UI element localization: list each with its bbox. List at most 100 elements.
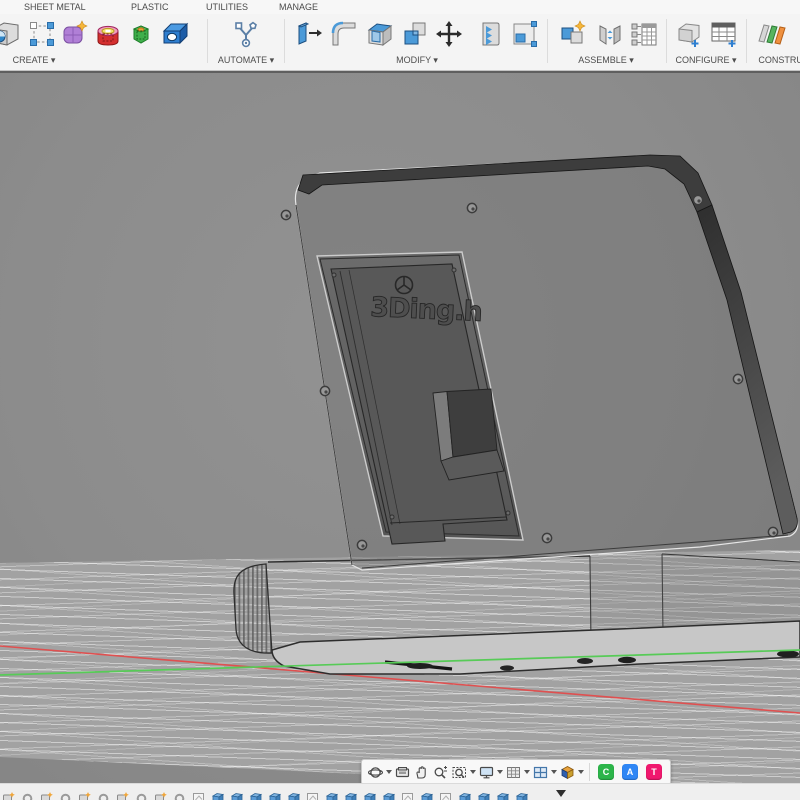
toolbar-tab-bar: SHEET METAL PLASTIC UTILITIES MANAGE [0,0,800,14]
timeline-feature-icon[interactable] [363,791,376,800]
timeline-feature-icon[interactable] [382,791,395,800]
look-at-icon[interactable] [393,761,412,783]
view-cube-icon[interactable] [558,761,577,783]
toolbar-group-label[interactable]: AUTOMATE ▾ [218,55,274,66]
config-table-icon[interactable] [708,18,740,50]
plate-hole [777,650,799,657]
timeline-component-icon[interactable] [2,791,15,800]
toolbar-group-label[interactable]: CONSTRUCT ▾ [758,55,800,66]
overlay-button-c[interactable]: C [598,764,614,780]
timeline-component-icon[interactable] [40,791,53,800]
box-primitive-icon[interactable] [0,18,22,50]
timeline-sketch-icon[interactable] [401,791,414,800]
overlay-button-a[interactable]: A [622,764,638,780]
bom-icon[interactable] [628,18,660,50]
timeline-feature-icon[interactable] [477,791,490,800]
timeline-joint-icon[interactable] [59,791,72,800]
timeline-joint-icon[interactable] [135,791,148,800]
timeline-feature-icon[interactable] [515,791,528,800]
create-form-icon[interactable] [59,18,91,50]
fit-dropdown-caret[interactable] [469,761,477,783]
tab-sheet-metal[interactable]: SHEET METAL [24,2,86,12]
timeline-sketch-icon[interactable] [192,791,205,800]
base-plate [272,621,800,674]
plate-hole [407,663,433,669]
timeline-sketch-icon[interactable] [306,791,319,800]
logo-text: 3Ding.h [370,292,483,328]
plate-hole [500,665,514,670]
timeline-feature-icon[interactable] [268,791,281,800]
move-copy-icon[interactable] [433,18,465,50]
main-toolbar: CREATE ▾ AUTOMATE ▾ MODIFY ▾ ASSEMBLE ▾ CONF… [0,14,800,71]
toolbar-group-label[interactable]: CREATE ▾ [13,55,56,66]
timeline-joint-icon[interactable] [173,791,186,800]
split-body-icon[interactable] [474,18,506,50]
toolbar-group-label[interactable]: MODIFY ▾ [396,55,438,66]
joint-icon[interactable] [594,18,626,50]
overlay-button-t[interactable]: T [646,764,662,780]
fusion360-window: { "tabs": { "items": [ {"label": "SHEET … [0,0,800,800]
toolbar-group-label[interactable]: ASSEMBLE ▾ [578,55,634,66]
timeline-component-icon[interactable] [154,791,167,800]
model-canvas[interactable]: 3Ding.h [0,73,800,783]
3d-viewport[interactable]: 3Ding.h CAT [0,71,800,783]
zoom-icon[interactable] [431,761,450,783]
plate-hole [577,658,593,664]
timeline-feature-icon[interactable] [325,791,338,800]
shell-icon[interactable] [364,18,396,50]
timeline-bar [0,783,800,800]
toolbar-group-configure: CONFIGURE ▾ [667,14,747,70]
orbit-dropdown-caret[interactable] [385,761,393,783]
configuration-icon[interactable] [672,18,704,50]
fit-icon[interactable] [450,761,469,783]
timeline-feature-icon[interactable] [458,791,471,800]
timeline-feature-icon[interactable] [230,791,243,800]
timeline-sketch-icon[interactable] [439,791,452,800]
fillet-icon[interactable] [328,18,360,50]
timeline-features [2,791,534,800]
toolbar-group-construct: CONSTRUCT ▾ [747,14,800,70]
timeline-feature-icon[interactable] [249,791,262,800]
display-settings-dropdown-caret[interactable] [496,761,504,783]
new-component-icon[interactable] [557,18,589,50]
base-corner-wall [234,564,272,653]
toolbar-group-label[interactable]: CONFIGURE ▾ [675,55,736,66]
timeline-feature-icon[interactable] [496,791,509,800]
timeline-feature-icon[interactable] [287,791,300,800]
coil-icon[interactable] [92,18,124,50]
press-pull-icon[interactable] [293,18,325,50]
toolbar-group-modify: MODIFY ▾ [285,14,548,70]
offset-face-icon[interactable] [508,18,540,50]
hole-icon[interactable] [159,18,191,50]
tab-plastic[interactable]: PLASTIC [131,2,169,12]
navbar-divider [589,763,590,781]
timeline-feature-icon[interactable] [344,791,357,800]
pan-icon[interactable] [412,761,431,783]
combine-icon[interactable] [399,18,431,50]
tab-manage[interactable]: MANAGE [279,2,318,12]
view-cube-dropdown-caret[interactable] [577,761,585,783]
view-navigation-bar: CAT [361,759,671,783]
tab-utilities[interactable]: UTILITIES [206,2,248,12]
automate-script-icon[interactable] [230,18,262,50]
orbit-icon[interactable] [366,761,385,783]
timeline-playhead[interactable] [556,790,566,797]
slot-opening [447,389,497,457]
toolbar-group-create: CREATE ▾ [0,14,208,70]
create-sketch-icon[interactable] [26,18,58,50]
toolbar-group-automate: AUTOMATE ▾ [208,14,285,70]
timeline-joint-icon[interactable] [97,791,110,800]
grid-and-snaps-icon[interactable] [504,761,523,783]
grid-and-snaps-dropdown-caret[interactable] [523,761,531,783]
viewports-icon[interactable] [531,761,550,783]
timeline-component-icon[interactable] [116,791,129,800]
timeline-component-icon[interactable] [78,791,91,800]
toolbar-group-assemble: ASSEMBLE ▾ [548,14,667,70]
timeline-feature-icon[interactable] [211,791,224,800]
viewports-dropdown-caret[interactable] [550,761,558,783]
timeline-feature-icon[interactable] [420,791,433,800]
thread-icon[interactable] [125,18,157,50]
construct-plane-icon[interactable] [755,18,787,50]
timeline-joint-icon[interactable] [21,791,34,800]
display-settings-icon[interactable] [477,761,496,783]
